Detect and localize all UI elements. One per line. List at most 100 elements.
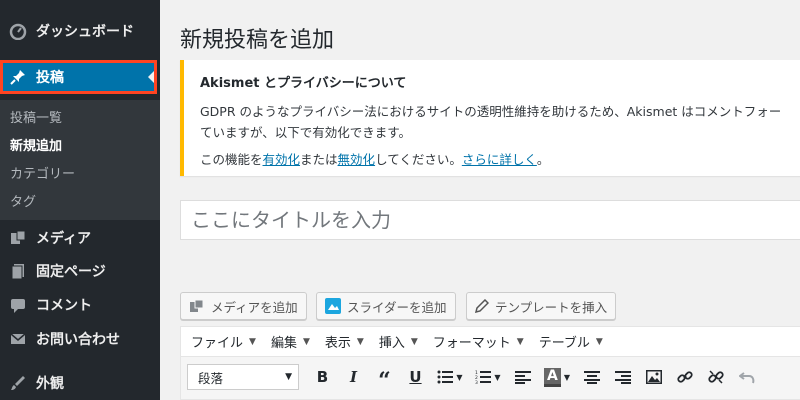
menu-dashboard-label: ダッシュボード [36, 24, 134, 40]
quote-icon: “ [378, 368, 391, 394]
caret-down-icon: ▼ [456, 372, 463, 382]
pages-icon [0, 262, 36, 280]
menu-dashboard[interactable]: ダッシュボード [0, 14, 160, 48]
text-color-icon: A [544, 367, 561, 387]
align-center-button[interactable] [576, 363, 607, 391]
posts-submenu: 投稿一覧 新規追加 カテゴリー タグ [0, 100, 160, 220]
media-icon [0, 229, 36, 247]
menu-appearance-label: 外観 [36, 376, 64, 392]
caret-down-icon: ▼ [249, 336, 256, 347]
editor-menubar: ファイル ▼ 編集 ▼ 表示 ▼ 挿入 ▼ フォーマット ▼ テーブル ▼ [181, 327, 800, 357]
align-center-icon [583, 371, 600, 384]
editor-tools: 段落 ▼ B I “ U ▼ 123 ▼ A ▼ [181, 361, 800, 393]
link-icon [676, 371, 693, 383]
notice-mid-text: または [300, 152, 338, 167]
admin-sidebar: ダッシュボード 投稿 投稿一覧 新規追加 カテゴリー タグ メディア 固定ページ… [0, 0, 160, 400]
brush-icon [0, 374, 36, 392]
current-arrow-icon [148, 71, 154, 83]
menu-view[interactable]: 表示 ▼ [315, 332, 369, 351]
pencil-icon [475, 299, 489, 313]
menu-file[interactable]: ファイル ▼ [181, 332, 261, 351]
page-title: 新規投稿を追加 [180, 28, 335, 53]
caret-down-icon: ▼ [563, 372, 570, 382]
unlink-button[interactable] [700, 363, 731, 391]
menu-contact[interactable]: お問い合わせ [0, 322, 160, 356]
menu-posts[interactable]: 投稿 [0, 60, 157, 94]
menu-media[interactable]: メディア [0, 221, 160, 255]
submenu-all-posts[interactable]: 投稿一覧 [10, 107, 62, 126]
numbered-list-button[interactable]: 123 ▼ [469, 363, 507, 391]
bold-icon: B [316, 368, 329, 386]
menu-pages[interactable]: 固定ページ [0, 254, 160, 288]
pin-icon [0, 68, 36, 86]
align-right-icon [614, 371, 631, 384]
format-select-value: 段落 [198, 370, 224, 386]
mail-icon [0, 330, 36, 348]
notice-actions: この機能を有効化または無効化してください。さらに詳しく。 [200, 149, 549, 168]
underline-icon: U [409, 368, 422, 386]
undo-button[interactable] [731, 363, 762, 391]
menu-comments-label: コメント [36, 298, 92, 314]
caret-down-icon: ▼ [595, 336, 603, 347]
notice-mid2-text: してください。 [375, 152, 462, 167]
numbered-list-icon: 123 [475, 370, 492, 384]
italic-button[interactable]: I [338, 363, 369, 391]
slider-icon [325, 298, 341, 314]
menu-contact-label: お問い合わせ [36, 332, 120, 348]
notice-suffix-text: 。 [536, 152, 550, 167]
menu-comments[interactable]: コメント [0, 288, 160, 322]
align-right-button[interactable] [607, 363, 638, 391]
caret-down-icon: ▼ [410, 336, 418, 347]
caret-down-icon: ▼ [285, 372, 292, 382]
notice-prefix-text: この機能を [200, 152, 263, 167]
undo-icon [738, 372, 754, 384]
post-title-input[interactable] [180, 200, 800, 240]
menu-format[interactable]: フォーマット ▼ [423, 332, 529, 351]
blockquote-button[interactable]: “ [369, 363, 400, 394]
menu-edit[interactable]: 編集 ▼ [261, 332, 315, 351]
insert-template-button[interactable]: テンプレートを挿入 [466, 292, 617, 320]
paragraph-format-select[interactable]: 段落 ▼ [187, 364, 299, 390]
underline-button[interactable]: U [400, 363, 431, 391]
image-icon [645, 370, 662, 384]
bullet-list-icon [437, 370, 454, 384]
insert-image-button[interactable] [638, 363, 669, 391]
svg-text:3: 3 [475, 380, 478, 384]
submenu-tags[interactable]: タグ [10, 191, 36, 210]
submenu-add-new[interactable]: 新規追加 [10, 135, 62, 154]
submenu-categories[interactable]: カテゴリー [10, 163, 75, 182]
insert-link-button[interactable] [669, 363, 700, 391]
menu-posts-label: 投稿 [36, 70, 64, 86]
caret-down-icon: ▼ [494, 372, 501, 382]
menu-table[interactable]: テーブル ▼ [529, 332, 608, 351]
media-icon [189, 299, 205, 313]
enable-link[interactable]: 有効化 [263, 152, 301, 167]
add-slider-label: スライダーを追加 [347, 299, 447, 315]
notice-title: Akismet とプライバシーについて [200, 76, 407, 91]
italic-icon: I [349, 368, 358, 386]
menu-media-label: メディア [36, 231, 92, 247]
align-left-button[interactable] [507, 363, 538, 391]
menu-pages-label: 固定ページ [36, 264, 106, 280]
disable-link[interactable]: 無効化 [338, 152, 376, 167]
menu-insert[interactable]: 挿入 ▼ [369, 332, 423, 351]
comment-icon [0, 296, 36, 314]
add-media-button[interactable]: メディアを追加 [180, 292, 307, 320]
caret-down-icon: ▼ [356, 336, 364, 347]
caret-down-icon: ▼ [302, 336, 310, 347]
notice-body-line2: ていますが、以下で有効化できます。 [200, 125, 412, 140]
insert-template-label: テンプレートを挿入 [495, 299, 608, 315]
bold-button[interactable]: B [307, 363, 338, 391]
menu-appearance[interactable]: 外観 [0, 366, 160, 400]
text-color-button[interactable]: A ▼ [538, 363, 576, 391]
dashboard-icon [0, 22, 36, 40]
caret-down-icon: ▼ [516, 336, 524, 347]
align-left-icon [514, 371, 531, 384]
learn-more-link[interactable]: さらに詳しく [462, 152, 537, 167]
bullet-list-button[interactable]: ▼ [431, 363, 469, 391]
akismet-privacy-notice: Akismet とプライバシーについて GDPR のようなプライバシー法における… [180, 60, 800, 176]
editor-toolbar: ファイル ▼ 編集 ▼ 表示 ▼ 挿入 ▼ フォーマット ▼ テーブル ▼ 段落 ▼ B I… [180, 326, 800, 400]
add-slider-button[interactable]: スライダーを追加 [316, 292, 456, 320]
unlink-icon [707, 370, 724, 384]
notice-body-line1: GDPR のようなプライバシー法におけるサイトの透明性維持を助けるため、Akis… [200, 104, 782, 119]
